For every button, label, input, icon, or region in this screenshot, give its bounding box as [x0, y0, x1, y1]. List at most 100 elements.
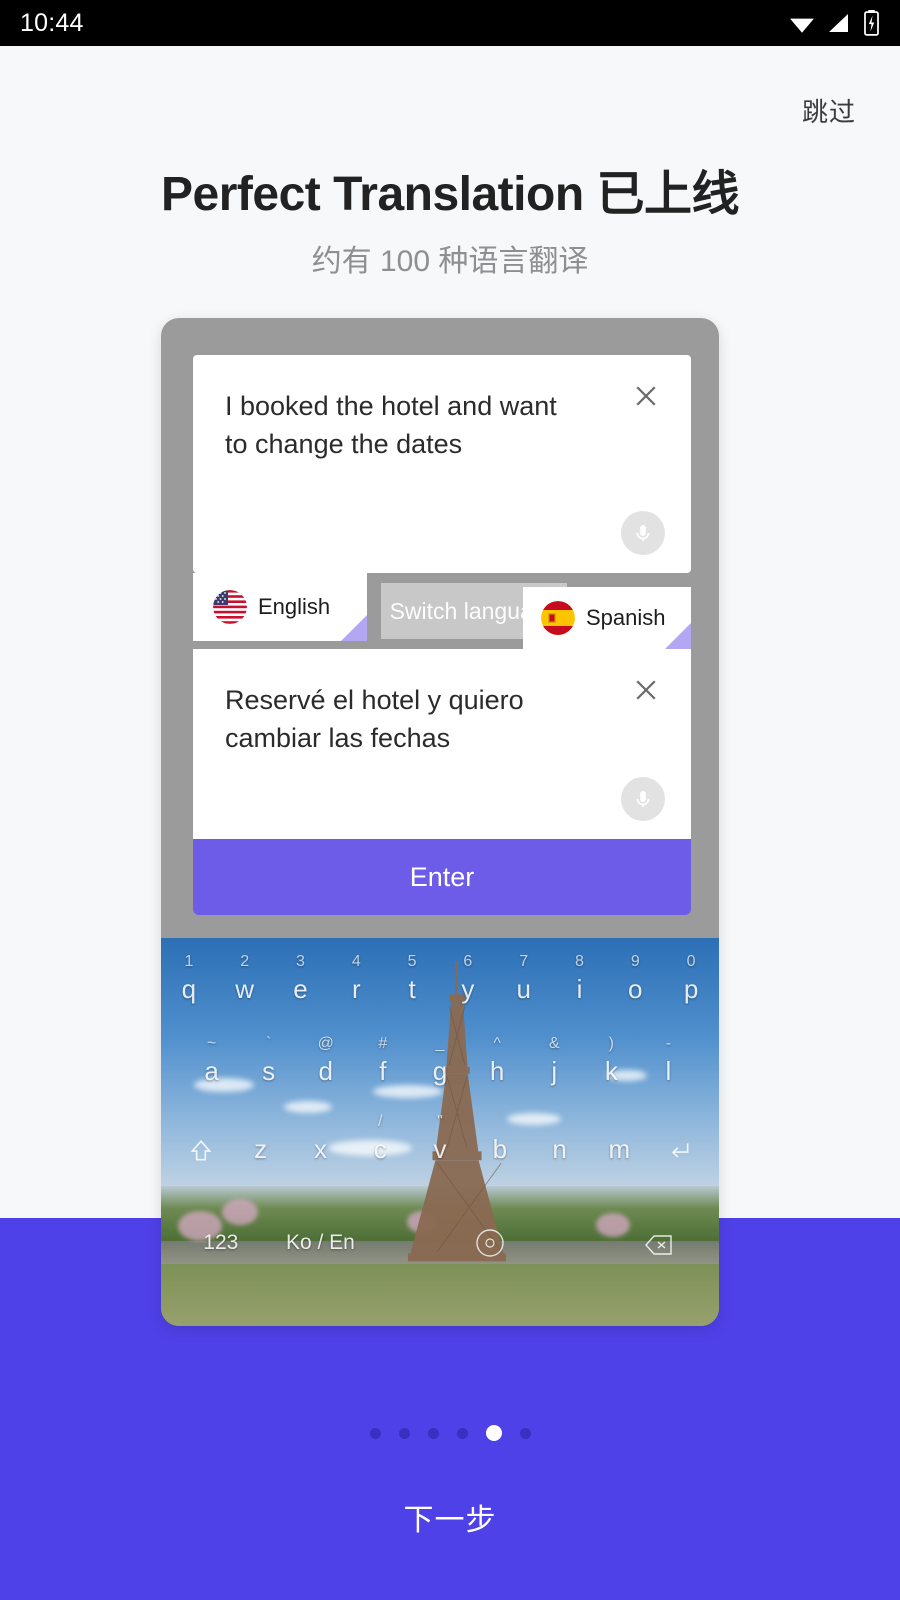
- key-i[interactable]: 8i: [552, 953, 608, 1005]
- key-g[interactable]: _ g: [411, 1035, 468, 1087]
- key-d[interactable]: @ d: [297, 1035, 354, 1087]
- space-circle-icon[interactable]: [370, 1226, 609, 1260]
- battery-charging-icon: [863, 10, 880, 36]
- onboarding-screen: 10:44 跳过 Perfect Translation 已上线 约有 100 …: [0, 0, 900, 1600]
- key-p[interactable]: 0p: [663, 953, 719, 1005]
- key-label: t: [408, 974, 416, 1004]
- key-alt: 1: [184, 953, 194, 970]
- enter-button[interactable]: Enter: [193, 839, 691, 915]
- close-icon[interactable]: [631, 675, 661, 705]
- status-icon-group: [789, 10, 880, 36]
- key-label: c: [373, 1134, 387, 1164]
- target-text: Reservé el hotel y quiero cambiar las fe…: [225, 685, 524, 753]
- key-label: v: [433, 1134, 447, 1164]
- signal-icon: [827, 11, 851, 35]
- key-label: m: [608, 1134, 631, 1164]
- key-w[interactable]: 2w: [217, 953, 273, 1005]
- key-r[interactable]: 4r: [328, 953, 384, 1005]
- page-dot-active[interactable]: [485, 1425, 502, 1441]
- key-alt: 0: [686, 953, 696, 970]
- target-text-box[interactable]: Reservé el hotel y quiero cambiar las fe…: [193, 649, 691, 839]
- key-n[interactable]: n: [530, 1134, 590, 1165]
- key-label: s: [262, 1056, 276, 1086]
- source-text: I booked the hotel and want to change th…: [225, 391, 557, 459]
- key-label: l: [665, 1056, 672, 1086]
- key-e[interactable]: 3e: [273, 953, 329, 1005]
- key-alt: ~: [206, 1035, 217, 1052]
- key-label: x: [313, 1134, 327, 1164]
- key-label: e: [293, 974, 308, 1004]
- page-title: Perfect Translation 已上线: [161, 168, 739, 221]
- corner-marker-source: [341, 615, 367, 641]
- key-alt: ": [437, 1113, 443, 1130]
- key-label: g: [432, 1056, 448, 1086]
- next-button[interactable]: 下一步: [0, 1495, 900, 1539]
- key-label: w: [235, 974, 255, 1004]
- page-dot[interactable]: [427, 1427, 439, 1439]
- page-dot[interactable]: [369, 1427, 381, 1439]
- microphone-icon[interactable]: [621, 511, 665, 555]
- keyboard-row-1: 1q 2w 3e 4r 5t 6y 7u 8i 9o 0p: [161, 953, 719, 1005]
- key-alt: 9: [630, 953, 640, 970]
- language-tab-source[interactable]: English: [193, 573, 367, 641]
- language-label-target: Spanish: [586, 605, 666, 630]
- key-o[interactable]: 9o: [607, 953, 663, 1005]
- key-alt: 3: [296, 953, 305, 970]
- key-label: u: [516, 974, 531, 1004]
- key-k[interactable]: ) k: [583, 1035, 640, 1087]
- backspace-icon[interactable]: [609, 1228, 709, 1259]
- key-label: j: [551, 1056, 558, 1086]
- key-z[interactable]: z: [231, 1134, 291, 1165]
- key-u[interactable]: 7u: [496, 953, 552, 1005]
- key-s[interactable]: ` s: [240, 1035, 297, 1087]
- key-j[interactable]: & j: [526, 1035, 583, 1087]
- key-label: q: [181, 974, 197, 1004]
- key-alt: &: [548, 1035, 560, 1052]
- key-l[interactable]: -l: [640, 1035, 697, 1087]
- key-m[interactable]: m: [589, 1134, 649, 1165]
- number-mode-key[interactable]: 123: [171, 1231, 271, 1255]
- key-alt: ^: [493, 1035, 501, 1052]
- status-clock: 10:44: [20, 8, 84, 37]
- language-switch-row: English Switch language Spanish: [193, 573, 691, 649]
- key-label: r: [351, 974, 361, 1004]
- key-alt: _: [435, 1035, 445, 1052]
- key-v[interactable]: " v: [410, 1113, 470, 1165]
- return-icon[interactable]: [649, 1134, 709, 1165]
- key-c[interactable]: / c: [350, 1113, 410, 1165]
- key-alt: 8: [575, 953, 584, 970]
- shift-icon[interactable]: [171, 1134, 231, 1165]
- phone-mockup: I booked the hotel and want to change th…: [161, 318, 719, 1326]
- page-dot[interactable]: [519, 1427, 531, 1439]
- key-q[interactable]: 1q: [161, 953, 217, 1005]
- microphone-icon[interactable]: [621, 777, 665, 821]
- key-alt: 4: [351, 953, 361, 970]
- page-dot[interactable]: [398, 1427, 410, 1439]
- key-alt: 6: [463, 953, 473, 970]
- key-a[interactable]: ~ a: [183, 1035, 240, 1087]
- key-b[interactable]: b: [470, 1134, 530, 1165]
- close-icon[interactable]: [631, 381, 661, 411]
- key-alt: -: [665, 1035, 672, 1052]
- source-text-box[interactable]: I booked the hotel and want to change th…: [193, 355, 691, 573]
- page-dot[interactable]: [456, 1427, 468, 1439]
- key-label: i: [576, 974, 583, 1004]
- language-label-source: English: [258, 594, 331, 619]
- keyboard-row-3: z x / c " v b n m: [161, 1113, 719, 1165]
- key-alt: @: [317, 1035, 334, 1052]
- keyboard: 1q 2w 3e 4r 5t 6y 7u 8i 9o 0p ~ a ` s @ d #…: [161, 938, 719, 1326]
- language-key[interactable]: Ko / En: [271, 1231, 371, 1255]
- page-indicator: [0, 1425, 900, 1441]
- flag-usa-icon: [213, 590, 247, 624]
- key-alt: #: [378, 1035, 388, 1052]
- key-h[interactable]: ^ h: [469, 1035, 526, 1087]
- skip-button[interactable]: 跳过: [802, 92, 856, 129]
- key-t[interactable]: 5t: [384, 953, 440, 1005]
- key-y[interactable]: 6y: [440, 953, 496, 1005]
- key-label: o: [628, 974, 643, 1004]
- key-alt: 7: [519, 953, 529, 970]
- key-x[interactable]: x: [291, 1134, 351, 1165]
- language-tab-target[interactable]: Spanish: [523, 587, 691, 649]
- key-f[interactable]: # f: [354, 1035, 411, 1087]
- key-label: f: [379, 1056, 387, 1086]
